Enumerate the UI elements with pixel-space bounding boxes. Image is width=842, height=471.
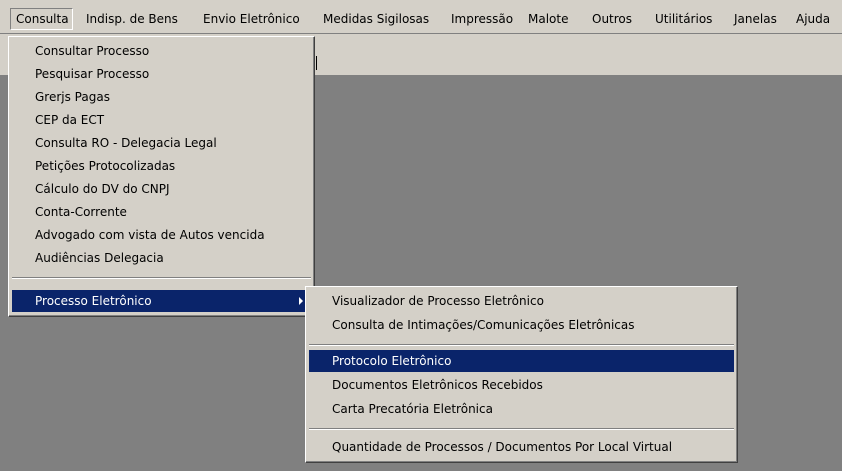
menu-malote[interactable]: Malote [526, 9, 570, 29]
submenu-arrow-icon [299, 297, 303, 305]
menu-item-protocolo-eletronico[interactable]: Protocolo Eletrônico [309, 350, 734, 372]
menu-item-advogado-vista-autos-vencida[interactable]: Advogado com vista de Autos vencida [12, 224, 311, 246]
menu-item-cep-da-ect[interactable]: CEP da ECT [12, 109, 311, 131]
menu-item-peticoes-protocolizadas[interactable]: Petições Protocolizadas [12, 155, 311, 177]
menu-separator [12, 277, 311, 279]
menu-item-visualizador-processo-eletronico[interactable]: Visualizador de Processo Eletrônico [309, 290, 734, 312]
menu-item-processo-eletronico[interactable]: Processo Eletrônico [12, 290, 311, 312]
menu-item-consulta-intimacoes[interactable]: Consulta de Intimações/Comunicações Elet… [309, 314, 734, 336]
consulta-dropdown-menu: Consultar Processo Pesquisar Processo Gr… [8, 36, 315, 317]
menu-janelas[interactable]: Janelas [732, 9, 779, 29]
menu-medidas-sigilosas[interactable]: Medidas Sigilosas [321, 9, 431, 29]
menu-bar: Consulta Indisp. de Bens Envio Eletrônic… [0, 0, 842, 34]
menu-item-calculo-dv-cnpj[interactable]: Cálculo do DV do CNPJ [12, 178, 311, 200]
menu-separator [309, 344, 734, 346]
menu-item-carta-precatoria-eletronica[interactable]: Carta Precatória Eletrônica [309, 398, 734, 420]
menu-separator [309, 428, 734, 430]
menu-outros[interactable]: Outros [590, 9, 634, 29]
menu-item-label: Processo Eletrônico [35, 294, 152, 308]
processo-eletronico-submenu: Visualizador de Processo Eletrônico Cons… [305, 286, 738, 463]
menu-item-conta-corrente[interactable]: Conta-Corrente [12, 201, 311, 223]
menu-consulta[interactable]: Consulta [10, 8, 73, 30]
menu-item-consultar-processo[interactable]: Consultar Processo [12, 40, 311, 62]
menu-item-documentos-eletronicos-recebidos[interactable]: Documentos Eletrônicos Recebidos [309, 374, 734, 396]
toolbar-separator [316, 56, 317, 70]
menu-utilitarios[interactable]: Utilitários [653, 9, 714, 29]
menu-item-consulta-ro-delegacia-legal[interactable]: Consulta RO - Delegacia Legal [12, 132, 311, 154]
menu-item-quantidade-processos-documentos[interactable]: Quantidade de Processos / Documentos Por… [309, 436, 734, 458]
menu-impressao[interactable]: Impressão [449, 9, 515, 29]
menu-envio-eletronico[interactable]: Envio Eletrônico [201, 9, 302, 29]
menu-ajuda[interactable]: Ajuda [794, 9, 832, 29]
menu-item-pesquisar-processo[interactable]: Pesquisar Processo [12, 63, 311, 85]
menu-item-audiencias-delegacia[interactable]: Audiências Delegacia [12, 247, 311, 269]
menu-indisp-de-bens[interactable]: Indisp. de Bens [84, 9, 180, 29]
menu-item-grerjs-pagas[interactable]: Grerjs Pagas [12, 86, 311, 108]
